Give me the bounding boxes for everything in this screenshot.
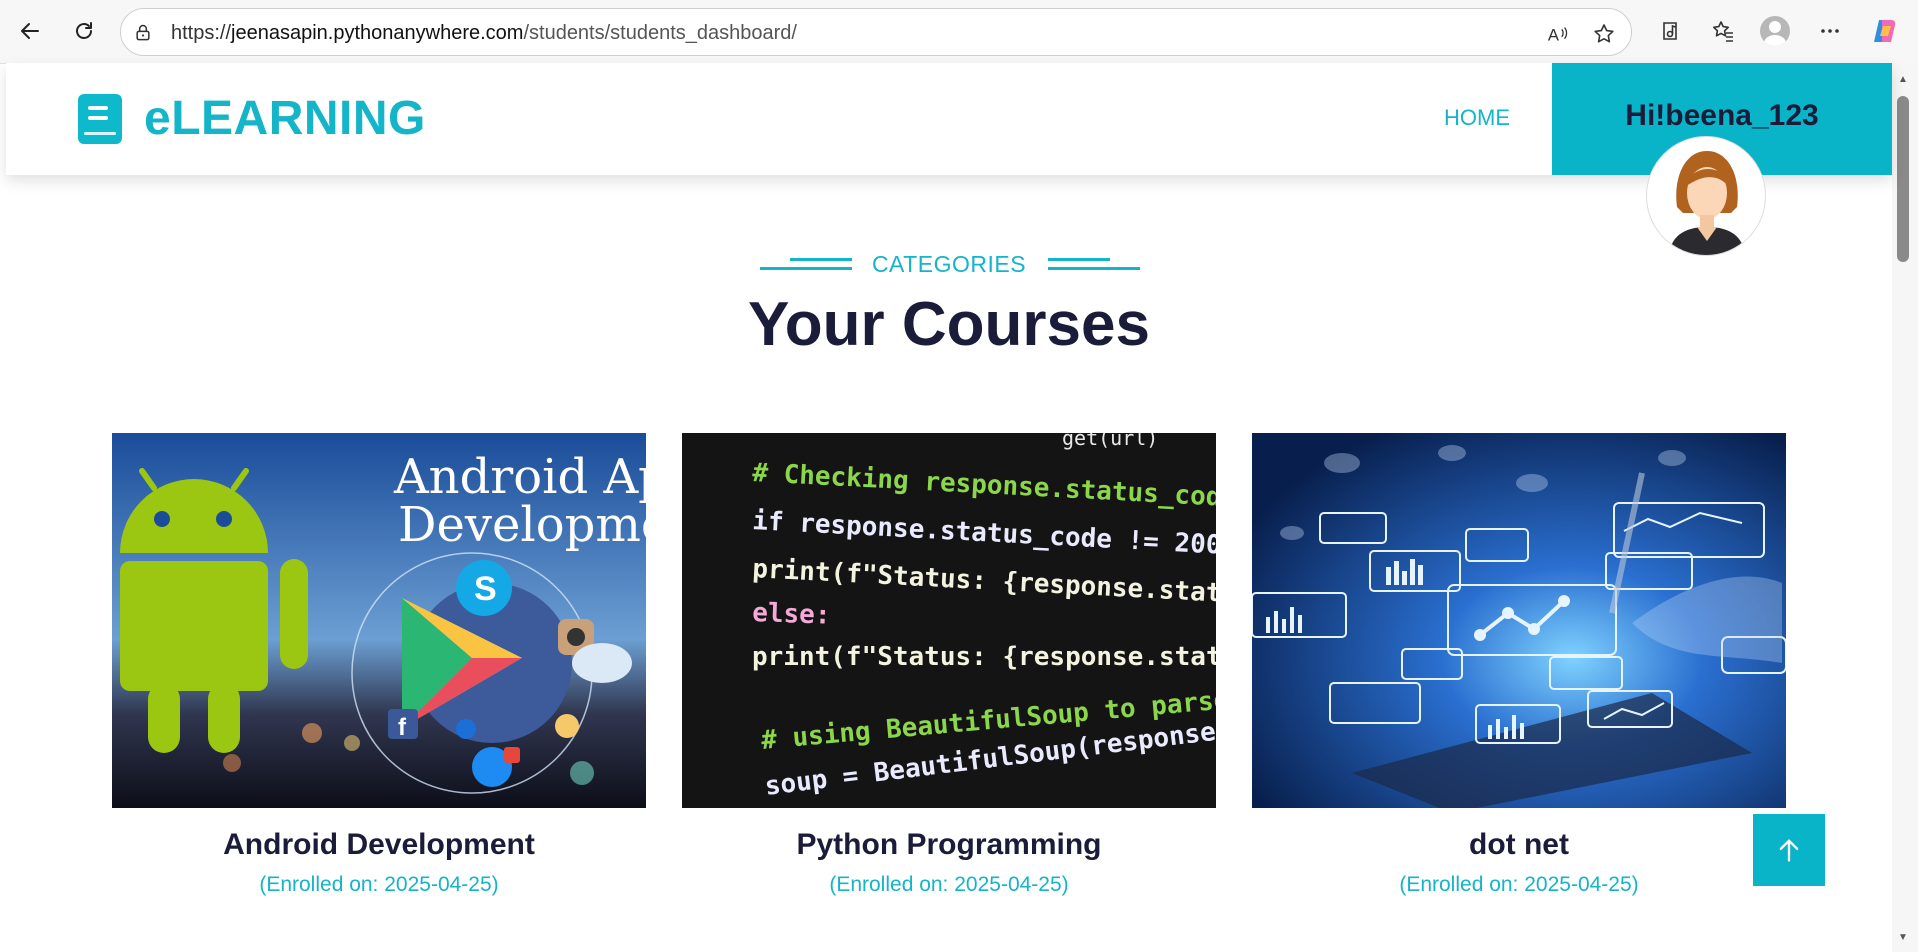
section-eyebrow: CATEGORIES	[6, 249, 1892, 279]
site-logo[interactable]: eLEARNING	[78, 91, 426, 146]
enrolled-date: (Enrolled on: 2025-04-25)	[1399, 873, 1639, 896]
dotnet-course-image[interactable]	[1252, 433, 1786, 808]
svg-text:get(url): get(url)	[1062, 433, 1158, 450]
logo-text: eLEARNING	[144, 92, 426, 145]
course-card[interactable]: dot net (Enrolled on: 2025-04-25)	[1252, 433, 1786, 896]
woman-avatar-icon	[1669, 151, 1745, 255]
scroll-down-icon[interactable]: ▼	[1896, 930, 1910, 944]
svg-text:f: f	[398, 714, 407, 741]
course-title[interactable]: Android Development	[112, 828, 646, 862]
more-options-icon[interactable]	[1815, 16, 1845, 46]
course-card[interactable]: S f Android App Development Android Deve…	[112, 433, 646, 896]
nav-home-link[interactable]: HOME	[1444, 105, 1510, 131]
address-bar[interactable]: https://jeenasapin.pythonanywhere.com/st…	[120, 8, 1632, 56]
media-icon[interactable]	[1655, 16, 1685, 46]
browser-toolbar: https://jeenasapin.pythonanywhere.com/st…	[0, 0, 1918, 64]
enrolled-date: (Enrolled on: 2025-04-25)	[829, 873, 1069, 896]
arrow-up-icon	[1779, 839, 1799, 862]
url-path: /students/students_dashboard/	[523, 22, 797, 44]
site-info-icon[interactable]	[131, 21, 155, 45]
refresh-button[interactable]	[66, 13, 102, 49]
section-title: Your Courses	[748, 290, 1150, 359]
svg-text:S: S	[474, 570, 497, 608]
course-title[interactable]: dot net	[1252, 828, 1786, 862]
url-host: jeenasapin.pythonanywhere.com	[231, 22, 524, 44]
back-arrow-icon	[21, 23, 39, 39]
copilot-icon[interactable]	[1870, 16, 1900, 46]
course-title[interactable]: Python Programming	[682, 828, 1216, 862]
scrollbar-thumb[interactable]	[1897, 96, 1909, 262]
site-header: eLEARNING HOME Hi!beena_123	[6, 63, 1892, 175]
url-protocol: https://	[171, 22, 232, 44]
page-content: eLEARNING HOME Hi!beena_123 CATEGORIES Y…	[6, 63, 1892, 952]
url-text[interactable]: https://jeenasapin.pythonanywhere.com/st…	[171, 22, 797, 45]
favorites-icon[interactable]	[1708, 16, 1738, 46]
svg-text:A: A	[1548, 25, 1560, 44]
book-icon	[78, 93, 122, 144]
back-button[interactable]	[12, 13, 48, 49]
course-card[interactable]: get(url) # Checking response.status_code…	[682, 433, 1216, 896]
enrolled-date: (Enrolled on: 2025-04-25)	[259, 873, 499, 896]
categories-label: CATEGORIES	[871, 251, 1027, 277]
user-greeting: Hi!beena_123	[1625, 99, 1819, 132]
profile-avatar-icon[interactable]	[1760, 16, 1790, 46]
scroll-up-icon[interactable]: ▲	[1896, 72, 1910, 86]
read-aloud-icon[interactable]: A	[1545, 21, 1571, 47]
code-line: print(f"Status: {response.statu	[752, 642, 1216, 672]
python-course-image[interactable]: get(url) # Checking response.status_code…	[682, 433, 1216, 808]
android-image-line-2: Development	[398, 497, 646, 553]
user-avatar[interactable]	[1646, 136, 1766, 256]
back-to-top-button[interactable]	[1753, 814, 1825, 886]
code-line: else:	[752, 598, 831, 631]
android-course-image[interactable]: S f Android App Development	[112, 433, 646, 808]
refresh-icon	[76, 22, 92, 39]
right-decoration	[1048, 249, 1140, 279]
favorite-star-icon[interactable]	[1591, 21, 1617, 47]
